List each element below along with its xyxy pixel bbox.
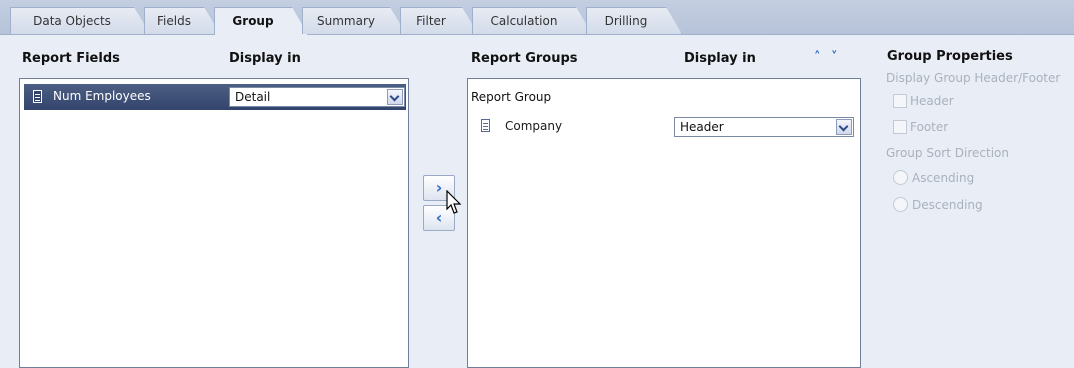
arrow-right-icon: › — [435, 178, 443, 197]
field-icon — [33, 90, 42, 103]
report-groups-header: Report Groups — [471, 51, 578, 66]
group-properties-header: Group Properties — [887, 49, 1013, 64]
report-group-root[interactable]: Report Group — [471, 90, 551, 104]
ascending-label: Ascending — [912, 171, 975, 185]
right-display-in-header: Display in — [684, 51, 756, 66]
tab-data-objects[interactable]: Data Objects — [10, 7, 150, 34]
header-checkbox[interactable] — [893, 94, 907, 108]
tab-group[interactable]: Group — [214, 7, 308, 35]
tab-drilling[interactable]: Drilling — [586, 7, 682, 34]
group-display-in-value: Header — [680, 120, 724, 134]
display-in-value: Detail — [235, 90, 271, 104]
report-groups-list[interactable]: Report Group Company Header — [467, 78, 861, 368]
footer-option-label: Footer — [910, 120, 949, 134]
field-label: Num Employees — [53, 89, 151, 103]
descending-label: Descending — [912, 198, 983, 212]
ascending-radio[interactable] — [893, 170, 908, 185]
display-header-footer-label: Display Group Header/Footer — [886, 71, 1061, 85]
tab-summary[interactable]: Summary — [302, 7, 406, 34]
list-item-num-employees[interactable]: Num Employees Detail — [24, 84, 406, 110]
group-sort-direction-label: Group Sort Direction — [886, 146, 1009, 160]
arrow-left-icon: ‹ — [435, 208, 443, 227]
report-fields-list[interactable]: Num Employees Detail — [19, 78, 409, 368]
field-icon — [481, 119, 490, 132]
header-option-label: Header — [910, 94, 954, 108]
tab-filter[interactable]: Filter — [400, 7, 478, 34]
move-down-icon[interactable]: ˅ — [831, 50, 838, 65]
chevron-down-icon[interactable] — [387, 89, 403, 105]
descending-radio[interactable] — [893, 197, 908, 212]
left-display-in-header: Display in — [229, 51, 301, 66]
tab-fields[interactable]: Fields — [144, 7, 220, 34]
move-up-icon[interactable]: ˄ — [814, 50, 821, 65]
footer-checkbox[interactable] — [893, 120, 907, 134]
tab-calculation[interactable]: Calculation — [472, 7, 592, 34]
tab-bar: Data Objects Fields Group Summary Filter… — [0, 0, 1074, 35]
group-display-in-select[interactable]: Header — [674, 117, 854, 137]
chevron-down-icon[interactable] — [836, 119, 852, 135]
report-fields-header: Report Fields — [22, 51, 120, 66]
group-field-label: Company — [505, 119, 563, 133]
mouse-cursor-icon — [446, 190, 462, 214]
display-in-select[interactable]: Detail — [229, 87, 405, 107]
list-item-company[interactable]: Company Header — [468, 114, 858, 140]
